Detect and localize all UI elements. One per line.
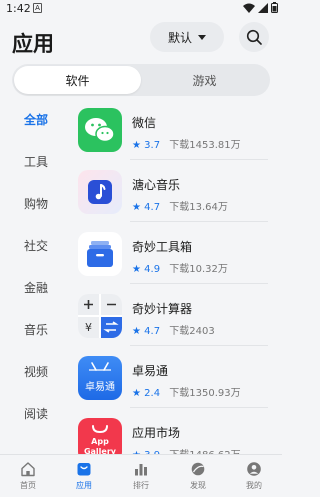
divider [130, 221, 268, 222]
star-icon: ★ [132, 202, 141, 213]
app-name: 奇妙计算器 [132, 302, 193, 316]
nav-label: 我的 [246, 481, 262, 490]
divider [130, 283, 268, 284]
app-row-toolbox[interactable]: 奇妙工具箱 ★ 4.9 下载10.32万 [78, 224, 268, 284]
app-rating: 3.7 [144, 140, 161, 151]
category-all[interactable]: 全部 [24, 111, 48, 128]
nav-label: 应用 [76, 481, 92, 490]
divider [130, 159, 268, 160]
wechat-icon [78, 108, 122, 152]
category-video[interactable]: 视频 [24, 363, 48, 380]
tab-software[interactable]: 软件 [14, 66, 141, 94]
toolbox-icon [78, 232, 122, 276]
tab-switcher: 软件 游戏 [12, 64, 270, 96]
nav-label: 首页 [20, 481, 36, 490]
status-bar: 1:42 A [0, 0, 282, 18]
tab-games[interactable]: 游戏 [141, 66, 268, 94]
app-meta: ★ 4.7 下载2403 [132, 322, 215, 337]
caret-down-icon [198, 34, 206, 40]
app-downloads: 下载13.64万 [169, 202, 228, 213]
divider [130, 407, 268, 408]
star-icon: ★ [132, 326, 141, 337]
app-downloads: 下载10.32万 [169, 264, 228, 275]
app-gallery-label-1: App [91, 437, 109, 446]
star-icon: ★ [132, 264, 141, 275]
app-row-wechat[interactable]: 微信 ★ 3.7 下载1453.81万 [78, 100, 268, 160]
category-social[interactable]: 社交 [24, 237, 48, 254]
sort-dropdown[interactable]: 默认 [150, 22, 224, 52]
app-rating: 4.7 [144, 326, 161, 337]
wifi-icon [243, 3, 255, 13]
nav-label: 排行 [133, 481, 149, 490]
app-name: 微信 [132, 116, 157, 130]
nav-label: 发现 [190, 481, 206, 490]
app-name: 奇妙工具箱 [132, 240, 193, 254]
battery-icon [271, 2, 278, 13]
app-name: 应用市场 [132, 426, 181, 440]
nav-home[interactable]: 首页 [0, 461, 56, 497]
nav-discover[interactable]: 发现 [170, 461, 226, 497]
app-downloads: 下载2403 [169, 326, 215, 337]
app-meta: ★ 2.4 下载1350.93万 [132, 384, 241, 399]
header: 应用 默认 [0, 18, 282, 60]
app-row-calculator[interactable]: ¥ 奇妙计算器 ★ 4.7 下载2403 [78, 286, 268, 346]
app-meta: ★ 4.7 下载13.64万 [132, 198, 228, 213]
svg-text:¥: ¥ [85, 321, 92, 334]
category-shopping[interactable]: 购物 [24, 195, 48, 212]
home-icon [21, 462, 35, 477]
nav-ranking[interactable]: 排行 [113, 461, 169, 497]
app-rating: 2.4 [144, 388, 161, 399]
category-music[interactable]: 音乐 [24, 321, 48, 338]
ranking-icon [135, 464, 147, 476]
category-tools[interactable]: 工具 [24, 153, 48, 170]
star-icon: ★ [132, 388, 141, 399]
app-rating: 4.7 [144, 202, 161, 213]
divider [130, 345, 268, 346]
calculator-icon: ¥ [78, 294, 122, 338]
app-row-zhuoyitong[interactable]: 卓易通 卓易通 ★ 2.4 下载1350.93万 [78, 348, 268, 408]
app-downloads: 下载1453.81万 [169, 140, 241, 151]
search-icon [246, 29, 262, 45]
star-icon: ★ [132, 140, 141, 151]
category-finance[interactable]: 金融 [24, 279, 48, 296]
bottom-navigation: 首页 应用 排行 发现 我的 [0, 454, 282, 497]
app-rating: 4.9 [144, 264, 161, 275]
nav-profile[interactable]: 我的 [226, 461, 282, 497]
zhuoyitong-icon: 卓易通 [78, 356, 122, 400]
search-button[interactable] [239, 22, 269, 52]
app-downloads: 下载1350.93万 [169, 388, 241, 399]
sort-label: 默认 [167, 30, 192, 45]
apps-icon [77, 463, 91, 476]
app-name: 卓易通 [132, 364, 169, 378]
app-row-music[interactable]: 溏心音乐 ★ 4.7 下载13.64万 [78, 162, 268, 222]
music-note-icon [78, 170, 122, 214]
nav-apps[interactable]: 应用 [56, 461, 112, 497]
cellular-icon [258, 2, 268, 13]
app-meta: ★ 4.9 下载10.32万 [132, 260, 228, 275]
category-reading[interactable]: 阅读 [24, 405, 48, 422]
profile-icon [247, 462, 261, 476]
notification-icon: A [33, 3, 42, 13]
app-name: 溏心音乐 [132, 178, 181, 192]
status-icons [243, 2, 278, 13]
zhuoyitong-icon-label: 卓易通 [85, 382, 115, 393]
page-title: 应用 [12, 32, 54, 56]
app-meta: ★ 3.7 下载1453.81万 [132, 136, 241, 151]
status-time: 1:42 [6, 2, 31, 15]
discover-icon [191, 462, 205, 476]
